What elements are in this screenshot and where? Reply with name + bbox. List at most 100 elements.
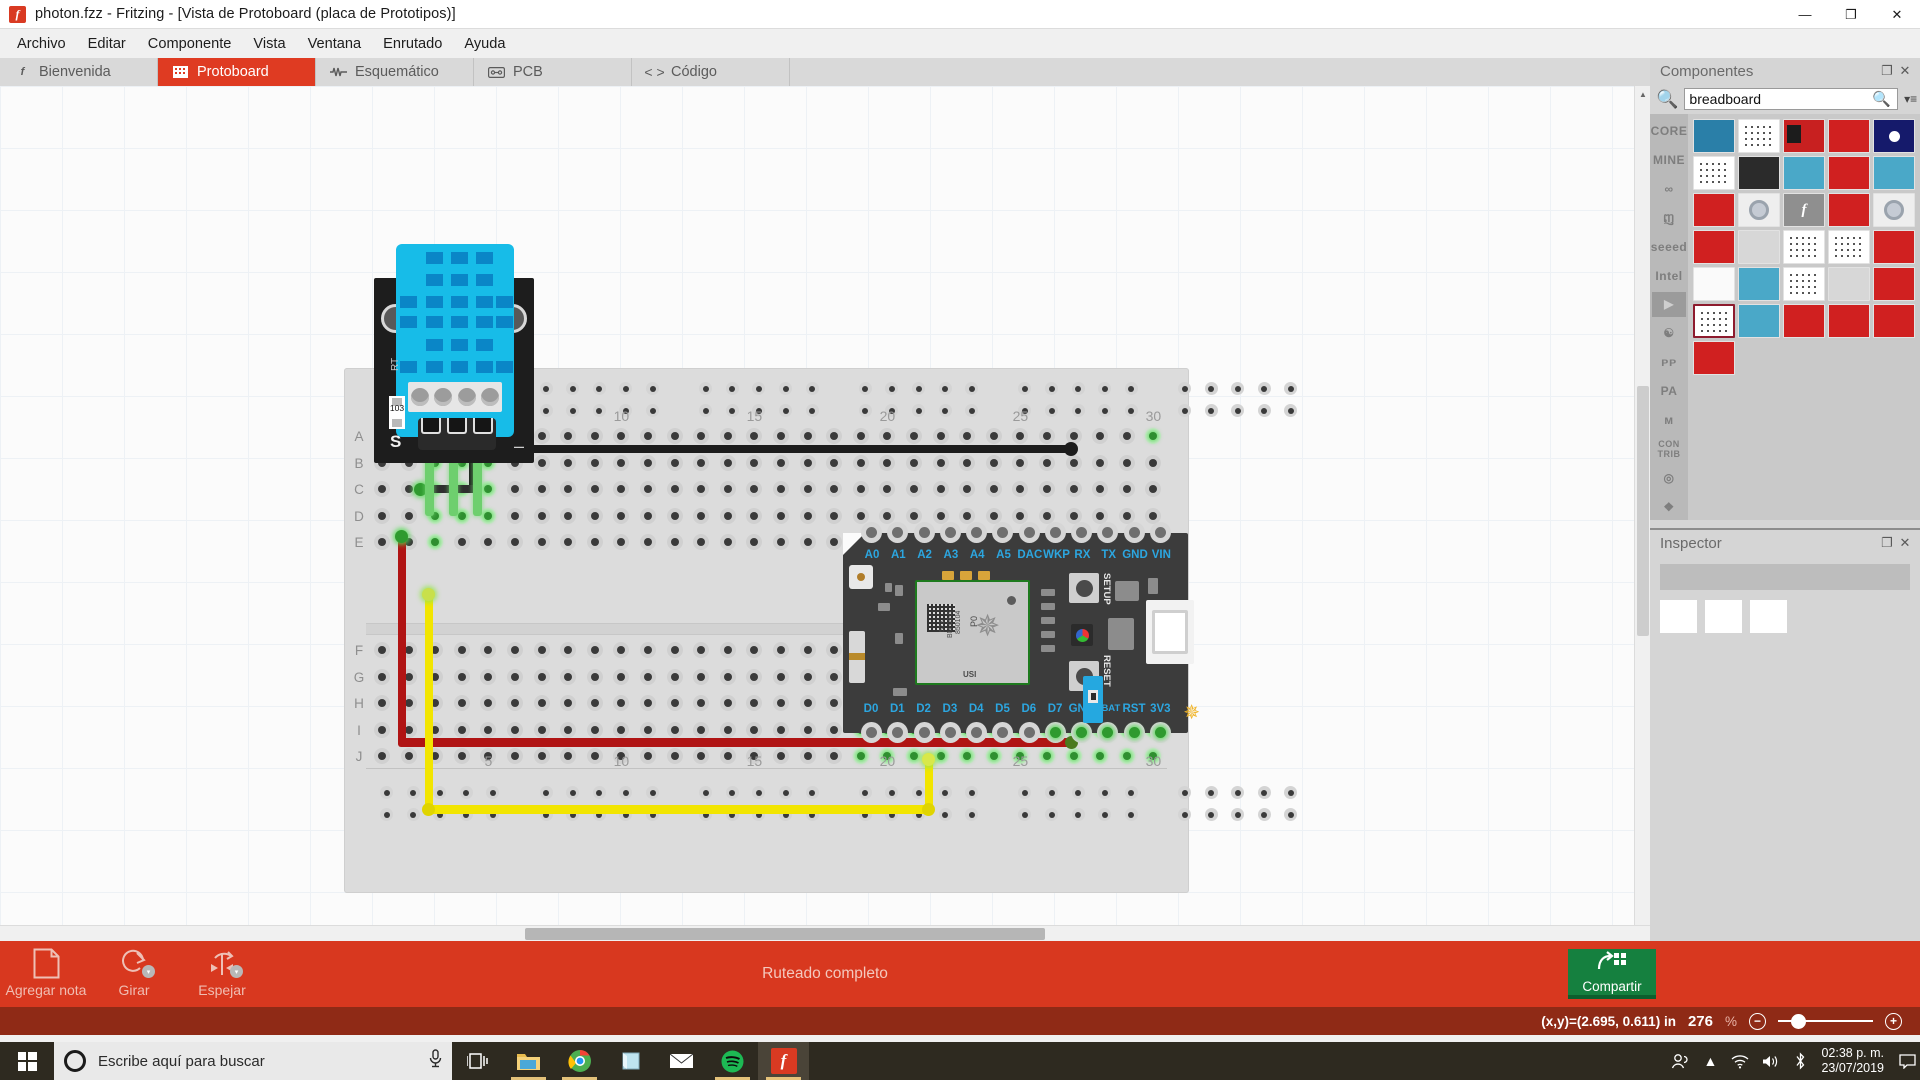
part-esp32-module[interactable] [1738, 156, 1780, 190]
breadboard-hole[interactable] [480, 695, 497, 712]
breadboard-top-rail-hole[interactable] [779, 382, 792, 395]
black-wire-horizontal[interactable] [469, 445, 1071, 453]
part-red-shield[interactable] [1828, 119, 1870, 153]
minimize-button[interactable]: — [1782, 0, 1828, 29]
breadboard-hole[interactable] [453, 721, 470, 738]
breadboard-hole[interactable] [852, 454, 869, 471]
parts-bin-rail[interactable]: CORE MINE ∞ ញ seeed Intel ▶ ☯ ᴘᴘ PA ᴍ CON TRIB ◎ ❖ [1650, 114, 1688, 520]
spotify-icon[interactable] [707, 1042, 758, 1080]
search-input-box[interactable]: 🔍 [1684, 88, 1899, 110]
part-fritzing-logo[interactable]: f [1783, 193, 1825, 227]
breadboard-top-rail-hole[interactable] [539, 382, 553, 395]
breadboard-hole[interactable] [932, 428, 949, 444]
people-icon[interactable] [1665, 1042, 1695, 1080]
breadboard-top-rail-hole[interactable] [1045, 382, 1058, 395]
breadboard-hole[interactable] [453, 668, 470, 685]
breadboard-bottom-rail-hole[interactable] [725, 786, 739, 799]
part-terminal-block[interactable] [1738, 230, 1780, 264]
breadboard-hole[interactable] [533, 454, 550, 471]
breadboard-hole[interactable] [746, 428, 763, 444]
bin-seeed[interactable]: seeed [1651, 234, 1687, 260]
breadboard-bottom-rail-hole[interactable] [885, 786, 899, 799]
breadboard-hole[interactable] [560, 721, 577, 738]
breadboard-hole[interactable] [826, 428, 843, 444]
menu-editar[interactable]: Editar [77, 32, 137, 56]
breadboard-hole[interactable] [1065, 481, 1082, 498]
breadboard-hole[interactable] [826, 668, 843, 685]
breadboard-hole[interactable] [1039, 428, 1055, 444]
bin-picaxe[interactable]: PA [1652, 378, 1686, 404]
breadboard-top-rail-hole[interactable] [1018, 382, 1032, 395]
bin-core[interactable]: CORE [1651, 118, 1687, 144]
breadboard-hole[interactable] [1145, 481, 1162, 498]
breadboard-bottom-rail-hole[interactable] [1071, 808, 1085, 821]
breadboard-hole[interactable] [959, 454, 976, 471]
breadboard-hole[interactable] [985, 428, 1002, 444]
part-stripboard[interactable] [1783, 230, 1825, 264]
breadboard-hole[interactable] [719, 507, 736, 524]
part-red-sensor[interactable] [1873, 230, 1915, 264]
breadboard-hole[interactable] [560, 668, 577, 685]
part-dot-matrix[interactable] [1828, 230, 1870, 264]
breadboard-hole[interactable] [799, 454, 816, 471]
breadboard-bottom-rail-hole[interactable] [539, 786, 553, 799]
breadboard-hole[interactable] [799, 748, 816, 765]
breadboard-hole[interactable] [985, 454, 1002, 471]
breadboard-hole[interactable] [480, 668, 497, 685]
breadboard-hole[interactable] [1145, 428, 1162, 444]
breadboard-hole[interactable] [799, 721, 816, 738]
bin-contrib[interactable]: CON TRIB [1652, 436, 1686, 462]
breadboard-hole[interactable] [507, 642, 523, 658]
breadboard-hole[interactable] [480, 481, 497, 498]
breadboard-hole[interactable] [613, 454, 630, 471]
photon-pad-d5[interactable] [992, 722, 1014, 743]
breadboard-hole[interactable] [533, 668, 550, 685]
breadboard-hole[interactable] [586, 642, 603, 658]
breadboard-hole[interactable] [586, 695, 603, 712]
breadboard-hole[interactable] [719, 428, 736, 444]
breadboard-hole[interactable] [560, 481, 577, 498]
breadboard-hole[interactable] [613, 642, 630, 658]
breadboard-hole[interactable] [374, 721, 390, 738]
breadboard-bottom-rail-hole[interactable] [1178, 786, 1191, 799]
breadboard-bottom-rail-hole[interactable] [592, 786, 606, 799]
breadboard-hole[interactable] [852, 481, 869, 498]
breadboard-hole[interactable] [666, 534, 683, 551]
microphone-icon[interactable] [429, 1049, 442, 1073]
share-button[interactable]: Compartir [1568, 949, 1656, 999]
breadboard-hole[interactable] [746, 695, 763, 712]
photon-pad-gnd[interactable] [1071, 722, 1093, 743]
photon-pad-d2[interactable] [913, 722, 935, 743]
breadboard-bottom-rail-hole[interactable] [699, 786, 713, 799]
breadboard-hole[interactable] [640, 428, 656, 444]
breadboard-hole[interactable] [746, 721, 763, 738]
breadboard-bottom-rail-hole[interactable] [1098, 786, 1112, 799]
breadboard-top-rail-hole[interactable] [885, 382, 899, 395]
breadboard-hole[interactable] [826, 454, 843, 471]
part-arduino-mega[interactable] [1693, 119, 1735, 153]
breadboard-bottom-rail-hole[interactable] [380, 808, 393, 821]
breadboard-top-rail-hole[interactable] [1071, 404, 1085, 417]
breadboard-top-rail-hole[interactable] [1098, 382, 1112, 395]
float-panel-icon[interactable]: ❐ [1878, 534, 1896, 552]
breadboard-hole[interactable] [826, 642, 843, 658]
breadboard-hole[interactable] [533, 721, 550, 738]
breadboard-hole[interactable] [374, 507, 390, 524]
breadboard-bottom-rail-hole[interactable] [646, 786, 659, 799]
breadboard-hole[interactable] [985, 748, 1002, 765]
breadboard-hole[interactable] [586, 721, 603, 738]
breadboard-hole[interactable] [773, 428, 789, 444]
chrome-icon[interactable] [554, 1042, 605, 1080]
part-protoboard-grid[interactable] [1783, 267, 1825, 301]
scroll-up-arrow[interactable]: ▲ [1635, 86, 1651, 102]
menu-componente[interactable]: Componente [137, 32, 243, 56]
breadboard-hole[interactable] [640, 695, 656, 712]
breadboard-hole[interactable] [560, 695, 577, 712]
breadboard-hole[interactable] [666, 642, 683, 658]
breadboard-bottom-rail-hole[interactable] [619, 786, 633, 799]
breadboard-top-rail-hole[interactable] [965, 404, 979, 417]
breadboard-hole[interactable] [879, 428, 896, 444]
breadboard-hole[interactable] [906, 481, 922, 498]
breadboard-bottom-rail-hole[interactable] [1204, 786, 1218, 799]
bin-bacu[interactable]: ◎ [1652, 465, 1686, 491]
